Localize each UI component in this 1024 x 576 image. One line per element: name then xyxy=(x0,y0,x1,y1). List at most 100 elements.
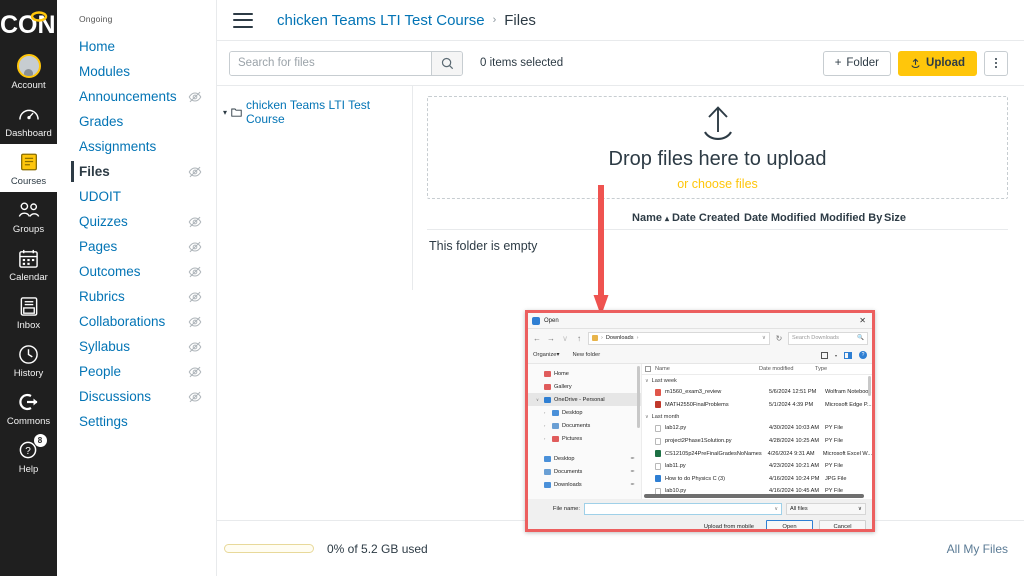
course-nav-item-quizzes[interactable]: Quizzes xyxy=(57,209,216,234)
dialog-sidebar-item-downloads[interactable]: Downloads ✒ xyxy=(528,478,641,491)
choose-files-link[interactable]: or choose files xyxy=(677,177,758,191)
file-group-header[interactable]: ∨ Last week xyxy=(642,375,872,386)
all-my-files-link[interactable]: All My Files xyxy=(947,542,1008,556)
global-nav-item-groups[interactable]: Groups xyxy=(0,192,57,240)
dialog-sidebar-item-desktop[interactable]: › Desktop xyxy=(528,406,641,419)
folder-tree-root[interactable]: ▾ chicken Teams LTI Test Course xyxy=(223,98,412,126)
column-header-date-created[interactable]: Date Created xyxy=(672,212,744,224)
file-row[interactable]: lab12.py 4/30/2024 10:03 AM PY File xyxy=(642,422,872,435)
add-folder-button[interactable]: + Folder xyxy=(822,50,892,76)
course-nav-item-outcomes[interactable]: Outcomes xyxy=(57,259,216,284)
course-nav-item-files[interactable]: Files xyxy=(57,159,216,184)
back-icon[interactable]: ← xyxy=(532,334,542,343)
search-button[interactable] xyxy=(431,51,462,75)
organize-button[interactable]: Organize▾ xyxy=(533,352,559,358)
file-list-vertical-scrollbar[interactable] xyxy=(868,376,871,396)
global-nav-item-inbox[interactable]: Inbox xyxy=(0,288,57,336)
sidebar-scrollbar[interactable] xyxy=(637,366,640,428)
dialog-sidebar-item-documents[interactable]: Documents ✒ xyxy=(528,465,641,478)
file-row[interactable]: lab11.py 4/23/2024 10:21 AM PY File xyxy=(642,460,872,473)
forward-icon[interactable]: → xyxy=(546,334,556,343)
file-col-date-modified[interactable]: Date modified xyxy=(759,366,815,372)
files-more-options-button[interactable] xyxy=(984,50,1008,76)
file-row[interactable]: m1560_exam3_review 5/6/2024 12:51 PM Wolfr… xyxy=(642,386,872,399)
help-icon[interactable]: ? xyxy=(859,351,867,359)
cancel-button[interactable]: Cancel xyxy=(819,520,866,529)
course-nav-item-pages[interactable]: Pages xyxy=(57,234,216,259)
file-group-header[interactable]: ∨ Last month xyxy=(642,411,872,422)
course-nav-item-people[interactable]: People xyxy=(57,359,216,384)
chevron-down-icon[interactable]: ▾ xyxy=(223,108,227,117)
course-nav-item-discussions[interactable]: Discussions xyxy=(57,384,216,409)
address-path-bar[interactable]: › Downloads › ∨ xyxy=(588,331,770,345)
new-folder-button[interactable]: New folder xyxy=(572,352,600,358)
course-nav-item-assignments[interactable]: Assignments xyxy=(57,134,216,159)
dialog-sidebar-item-desktop[interactable]: Desktop ✒ xyxy=(528,452,641,465)
global-nav-item-help[interactable]: ? 8 Help xyxy=(0,432,57,480)
file-row[interactable]: project2Phase1Solution.py 4/28/2024 10:25… xyxy=(642,435,872,448)
global-nav-item-dashboard[interactable]: Dashboard xyxy=(0,96,57,144)
file-row[interactable]: How to do Physics C (3) 4/16/2024 10:24 P… xyxy=(642,473,872,486)
file-col-name[interactable]: Name xyxy=(655,366,759,372)
file-row[interactable]: MATH2550FinalProblems 5/1/2024 4:39 PM Mic… xyxy=(642,399,872,412)
chevron-icon[interactable]: › xyxy=(544,410,549,415)
course-nav-item-announcements[interactable]: Announcements xyxy=(57,84,216,109)
column-header-date-modified[interactable]: Date Modified xyxy=(744,212,820,224)
group-collapse-icon[interactable]: ∨ xyxy=(645,378,649,384)
view-layout-icon[interactable] xyxy=(820,351,828,359)
course-nav-item-syllabus[interactable]: Syllabus xyxy=(57,334,216,359)
hamburger-menu-icon[interactable] xyxy=(233,12,253,28)
column-header-size[interactable]: Size xyxy=(884,212,906,224)
course-nav-item-grades[interactable]: Grades xyxy=(57,109,216,134)
file-type-filter-select[interactable]: All files ∨ xyxy=(786,503,866,515)
group-collapse-icon[interactable]: ∨ xyxy=(645,414,649,420)
path-segment-downloads[interactable]: Downloads xyxy=(606,335,634,341)
dialog-sidebar-item-documents[interactable]: › Documents xyxy=(528,419,641,432)
dialog-sidebar-item-gallery[interactable]: Gallery xyxy=(528,380,641,393)
chevron-icon[interactable]: ∨ xyxy=(536,397,541,402)
pin-icon[interactable]: ✒ xyxy=(630,469,635,475)
column-header-name-wrap[interactable]: Name ▴ xyxy=(427,212,672,224)
institution-logo[interactable]: ICON xyxy=(0,0,57,48)
file-col-type[interactable]: Type xyxy=(815,366,872,372)
file-list-horizontal-scrollbar[interactable] xyxy=(644,494,864,498)
course-nav-item-home[interactable]: Home xyxy=(57,34,216,59)
file-name-input[interactable]: ∨ xyxy=(584,503,782,515)
sort-ascending-icon: ▴ xyxy=(664,214,669,223)
file-name-dropdown-icon[interactable]: ∨ xyxy=(774,506,778,512)
dialog-sidebar-item-onedrive-personal[interactable]: ∨ OneDrive - Personal xyxy=(528,393,641,406)
search-input[interactable] xyxy=(230,51,431,75)
dialog-sidebar-item-pictures[interactable]: › Pictures xyxy=(528,432,641,445)
chevron-icon[interactable]: › xyxy=(544,436,549,441)
course-nav-item-udoit[interactable]: UDOIT xyxy=(57,184,216,209)
course-nav-item-collaborations[interactable]: Collaborations xyxy=(57,309,216,334)
refresh-icon[interactable]: ↻ xyxy=(774,334,784,343)
column-header-modified-by[interactable]: Modified By xyxy=(820,212,884,224)
global-nav-item-history[interactable]: History xyxy=(0,336,57,384)
open-button[interactable]: Open xyxy=(766,520,813,529)
pin-icon[interactable]: ✒ xyxy=(630,482,635,488)
dialog-search-box[interactable]: Search Downloads 🔍 xyxy=(788,331,868,345)
global-nav-item-courses[interactable]: Courses xyxy=(0,144,57,192)
recent-locations-icon[interactable]: ∨ xyxy=(560,334,570,343)
course-nav-item-rubrics[interactable]: Rubrics xyxy=(57,284,216,309)
course-nav-item-modules[interactable]: Modules xyxy=(57,59,216,84)
view-caret-icon[interactable]: ▾ xyxy=(835,353,837,358)
dialog-sidebar-item-home[interactable]: Home xyxy=(528,367,641,380)
close-icon[interactable]: ✕ xyxy=(855,316,870,325)
chevron-icon[interactable]: › xyxy=(544,423,549,428)
up-one-level-icon[interactable]: ↑ xyxy=(574,334,584,343)
global-nav-item-calendar[interactable]: Calendar xyxy=(0,240,57,288)
select-all-checkbox[interactable] xyxy=(645,366,651,372)
global-nav-item-commons[interactable]: Commons xyxy=(0,384,57,432)
file-row[interactable]: CS12105p24PreFinalGradesNoNames 4/26/2024… xyxy=(642,447,872,460)
pin-icon[interactable]: ✒ xyxy=(630,456,635,462)
upload-from-mobile-button[interactable]: Upload from mobile xyxy=(698,520,760,530)
file-dropzone[interactable]: Drop files here to upload or choose file… xyxy=(427,96,1008,199)
course-nav-item-settings[interactable]: Settings xyxy=(57,409,216,434)
preview-pane-icon[interactable] xyxy=(844,351,852,359)
upload-button[interactable]: Upload xyxy=(898,50,977,76)
path-dropdown-icon[interactable]: ∨ xyxy=(762,335,766,341)
global-nav-item-account[interactable]: Account xyxy=(0,48,57,96)
breadcrumb-course-link[interactable]: chicken Teams LTI Test Course xyxy=(277,12,485,29)
